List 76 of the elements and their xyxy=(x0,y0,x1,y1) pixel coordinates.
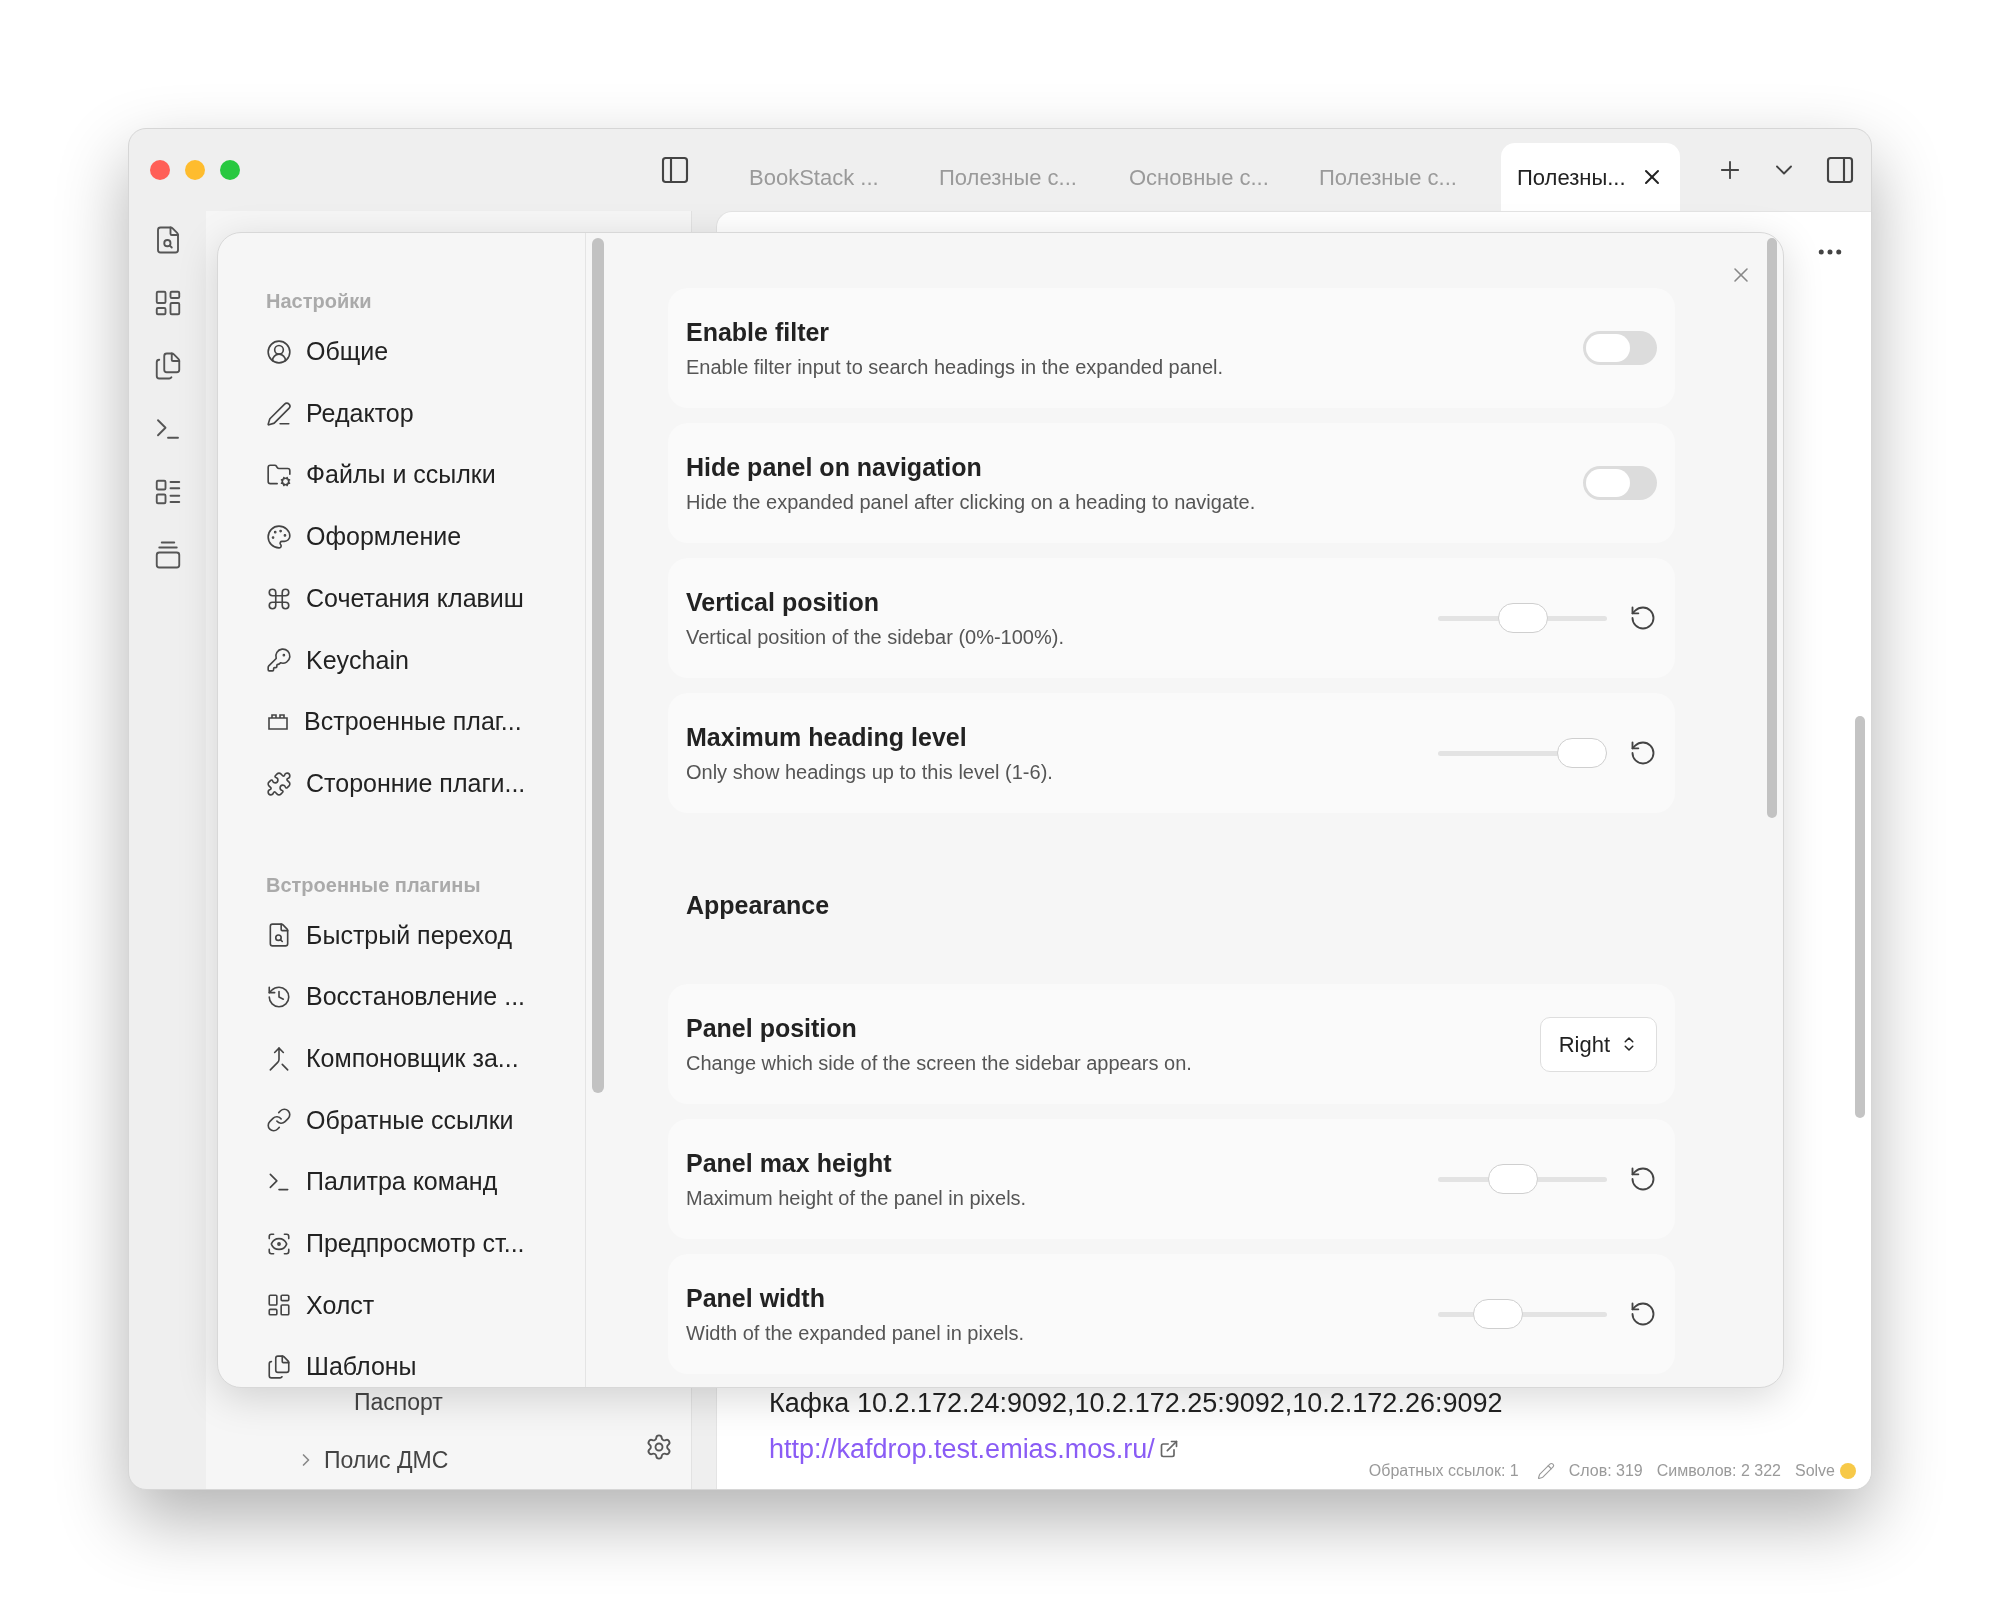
setting-title: Panel max height xyxy=(686,1148,893,1179)
settings-nav-item[interactable]: Файлы и ссылки xyxy=(256,444,556,507)
slider-thumb[interactable] xyxy=(1472,1299,1523,1329)
setting-description: Vertical position of the sidebar (0%-100%). xyxy=(686,625,1064,650)
dropdown[interactable]: Right xyxy=(1539,1016,1657,1072)
setting-title: Vertical position xyxy=(686,587,881,618)
pen-icon xyxy=(266,400,292,427)
setting-title: Panel width xyxy=(686,1283,826,1314)
toggle-switch[interactable] xyxy=(1583,331,1657,365)
puzzle-icon xyxy=(266,770,292,797)
slider[interactable] xyxy=(1438,602,1607,634)
settings-nav-item[interactable]: Встроенные плаг... xyxy=(256,691,556,753)
link-icon xyxy=(266,1107,292,1134)
reset-icon[interactable] xyxy=(1629,1300,1657,1328)
setting-title: Panel position xyxy=(686,1013,858,1044)
eye-scan-icon xyxy=(266,1230,292,1257)
settings-nav-item[interactable]: Восстановление ... xyxy=(256,966,556,1028)
note-text: Кафка 10.2.172.24:9092,10.2.172.25:9092,10.2.172.26:9092 xyxy=(769,1387,1504,1420)
slider[interactable] xyxy=(1438,1298,1607,1330)
url-link[interactable]: http://kafdrop.test.emias.mos.ru/ xyxy=(769,1428,1155,1470)
settings-nav-item[interactable]: Холст xyxy=(256,1274,556,1337)
setting-description: Width of the expanded panel in pixels. xyxy=(686,1321,1024,1346)
key-icon xyxy=(266,647,292,674)
settings-nav-item[interactable]: Оформление xyxy=(256,506,556,568)
settings-nav-item[interactable]: Шаблоны xyxy=(256,1336,556,1387)
sidebar-section-heading: Настройки xyxy=(266,289,372,314)
reset-icon[interactable] xyxy=(1629,739,1657,767)
settings-nav-item[interactable]: Редактор xyxy=(256,382,556,445)
emoji-icon xyxy=(1839,1462,1857,1480)
slider-thumb[interactable] xyxy=(1497,603,1548,633)
settings-nav-item[interactable]: Обратные ссылки xyxy=(256,1089,556,1152)
sidebar-section-heading: Встроенные плагины xyxy=(266,872,481,898)
file-item[interactable]: Паспорт xyxy=(354,1384,443,1420)
scrollbar[interactable] xyxy=(1855,716,1865,1118)
slider-thumb[interactable] xyxy=(1487,1164,1538,1194)
folder-item[interactable]: Полис ДМС xyxy=(324,1442,449,1478)
settings-icon[interactable] xyxy=(645,1433,673,1461)
grid-icon xyxy=(266,1292,292,1319)
command-icon xyxy=(266,585,292,612)
setting-title: Hide panel on navigation xyxy=(686,452,983,483)
settings-nav-item[interactable]: Общие xyxy=(256,321,556,383)
scrollbar[interactable] xyxy=(592,238,604,1093)
setting-description: Change which side of the screen the sidebar appears on. xyxy=(686,1051,1192,1076)
pencil-icon[interactable] xyxy=(1536,1462,1555,1480)
close-window-button[interactable] xyxy=(150,160,170,180)
user-icon xyxy=(266,338,292,365)
folder-gear-icon xyxy=(266,462,292,489)
tab[interactable]: Полезны... xyxy=(1501,143,1680,211)
setting-description: Hide the expanded panel after clicking on a heading to navigate. xyxy=(686,490,1256,515)
setting-title: Enable filter xyxy=(686,317,831,348)
maximize-window-button[interactable] xyxy=(220,160,240,180)
settings-nav-item[interactable]: Сочетания клавиш xyxy=(256,567,556,630)
sidebar-toggle-icon[interactable] xyxy=(659,154,691,186)
settings-nav-item[interactable]: Палитра команд xyxy=(256,1151,556,1213)
settings-nav-item[interactable]: Быстрый переход xyxy=(256,904,556,967)
settings-nav-item[interactable]: Keychain xyxy=(256,629,556,692)
toggle-switch[interactable] xyxy=(1583,466,1657,500)
settings-nav-item[interactable]: Сторонние плаги... xyxy=(256,752,556,815)
slider[interactable] xyxy=(1438,1163,1607,1195)
setting-description: Only show headings up to this level (1-6). xyxy=(686,760,1053,785)
slider[interactable] xyxy=(1438,737,1607,769)
palette-icon xyxy=(266,523,292,550)
slider-thumb[interactable] xyxy=(1557,738,1607,768)
setting-description: Enable filter input to search headings in the expanded panel. xyxy=(686,355,1224,380)
external-link-icon xyxy=(1158,1439,1179,1459)
word-count: Слов: 319 xyxy=(1568,1461,1643,1481)
reset-icon[interactable] xyxy=(1629,604,1657,632)
files-icon xyxy=(266,1354,292,1381)
character-count: Символов: 2 322 xyxy=(1656,1461,1781,1481)
settings-nav-item[interactable]: Предпросмотр ст... xyxy=(256,1212,556,1275)
setting-title: Maximum heading level xyxy=(686,722,968,753)
scrollbar[interactable] xyxy=(1767,238,1777,818)
settings-nav-item[interactable]: Компоновщик за... xyxy=(256,1027,556,1090)
section-heading: Appearance xyxy=(686,890,830,922)
reset-icon[interactable] xyxy=(1629,1165,1657,1193)
setting-description: Maximum height of the panel in pixels. xyxy=(686,1186,1027,1211)
